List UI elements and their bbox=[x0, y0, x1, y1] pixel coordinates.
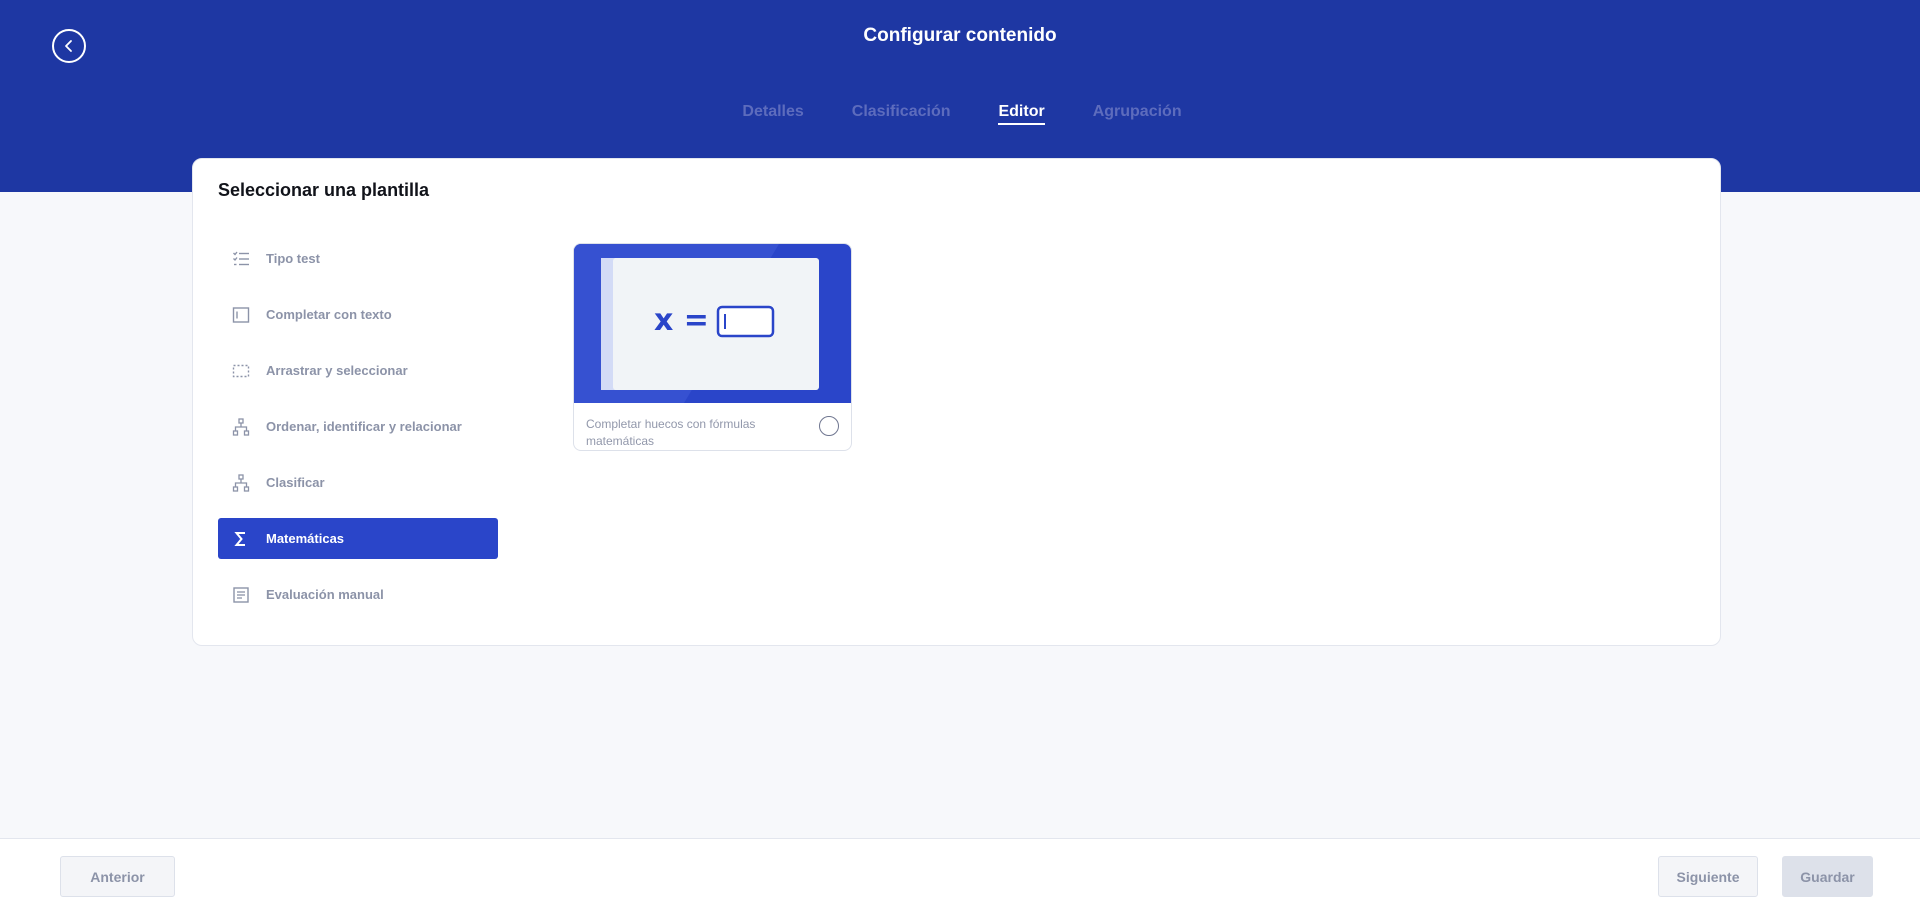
panel-title: Seleccionar una plantilla bbox=[218, 180, 430, 200]
hierarchy-icon bbox=[231, 473, 251, 493]
template-item-label: Clasificar bbox=[266, 475, 325, 490]
template-item-tipo-test[interactable]: Tipo test bbox=[218, 238, 498, 279]
template-item-label: Ordenar, identificar y relacionar bbox=[266, 419, 462, 434]
tab-detalles[interactable]: Detalles bbox=[742, 103, 803, 125]
template-item-label: Tipo test bbox=[266, 251, 320, 266]
template-item-ordenar[interactable]: Ordenar, identificar y relacionar bbox=[218, 406, 498, 447]
hierarchy-icon bbox=[231, 417, 251, 437]
template-option-caption: Completar huecos con fórmulas matemática… bbox=[586, 417, 756, 448]
dashed-box-icon bbox=[231, 361, 251, 381]
previous-button[interactable]: Anterior bbox=[60, 856, 175, 897]
template-panel: Seleccionar una plantilla Tipo test Comp… bbox=[192, 158, 1721, 646]
template-item-completar-texto[interactable]: Completar con texto bbox=[218, 294, 498, 335]
template-list: Tipo test Completar con texto Arrastrar … bbox=[218, 238, 498, 630]
text-field-icon bbox=[231, 305, 251, 325]
template-item-label: Arrastrar y seleccionar bbox=[266, 363, 408, 378]
math-formula-preview: x = bbox=[574, 244, 851, 403]
sigma-icon bbox=[231, 529, 251, 549]
template-option-radio[interactable] bbox=[819, 416, 839, 436]
checklist-icon bbox=[231, 249, 251, 269]
tab-editor[interactable]: Editor bbox=[998, 103, 1045, 125]
next-button[interactable]: Siguiente bbox=[1658, 856, 1758, 897]
template-item-label: Completar con texto bbox=[266, 307, 392, 322]
template-item-arrastrar[interactable]: Arrastrar y seleccionar bbox=[218, 350, 498, 391]
template-item-clasificar[interactable]: Clasificar bbox=[218, 462, 498, 503]
page-title: Configurar contenido bbox=[863, 25, 1057, 46]
template-option-card[interactable]: x = Completar huecos con fórmulas matemá… bbox=[573, 243, 852, 451]
document-lines-icon bbox=[231, 585, 251, 605]
step-tabs: Detalles Clasificación Editor Agrupación bbox=[0, 103, 1920, 125]
template-item-label: Evaluación manual bbox=[266, 587, 384, 602]
tab-agrupacion[interactable]: Agrupación bbox=[1093, 103, 1182, 125]
page-footer: Anterior Siguiente Guardar bbox=[0, 838, 1920, 911]
save-button[interactable]: Guardar bbox=[1782, 856, 1873, 897]
template-item-evaluacion-manual[interactable]: Evaluación manual bbox=[218, 574, 498, 615]
template-item-label: Matemáticas bbox=[266, 531, 345, 546]
tab-clasificacion[interactable]: Clasificación bbox=[852, 103, 951, 125]
formula-x-text: x = bbox=[654, 303, 709, 338]
template-item-matematicas[interactable]: Matemáticas bbox=[218, 518, 498, 559]
